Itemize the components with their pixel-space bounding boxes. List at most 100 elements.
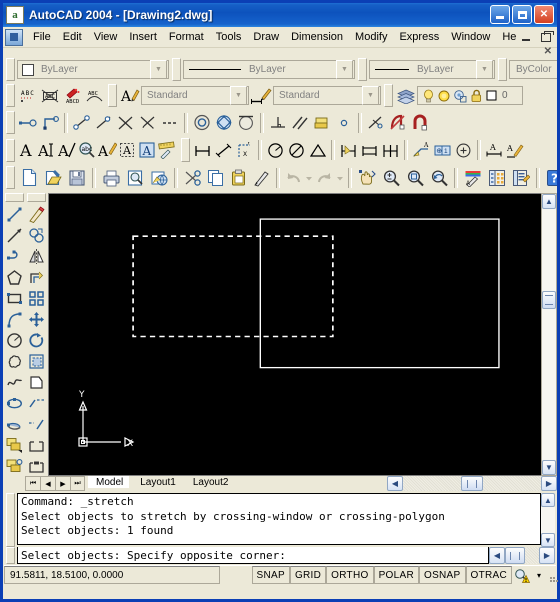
menu-file[interactable]: File [27,29,57,45]
toolbar-grip-11[interactable] [6,166,15,189]
menu-view[interactable]: View [88,29,124,45]
chevron-down-icon[interactable]: ▼ [230,86,247,105]
canvas-vertical-scrollbar[interactable]: ▲ ▼ [541,193,557,476]
text-style-combo[interactable]: Standard ▼ [141,86,249,105]
make-block-icon[interactable] [4,456,25,477]
command-hscrollbar[interactable]: ◀ ▶ [489,547,555,564]
toolbar-grip-2[interactable] [172,58,181,81]
undo-dropdown-icon[interactable] [303,167,314,189]
match-properties-icon[interactable] [250,167,273,189]
construction-line-icon[interactable] [4,225,25,246]
new-file-icon[interactable] [17,167,41,189]
scroll-track-bottom[interactable] [542,309,556,460]
scale-text-icon[interactable]: A [97,139,117,161]
command-scrollbar[interactable]: ▲ ▼ [541,493,555,547]
angular-dimension-icon[interactable] [307,139,328,161]
line-icon[interactable] [4,204,25,225]
menu-draw[interactable]: Draw [247,29,285,45]
single-line-text-icon[interactable]: A [37,139,57,161]
snap-center-icon[interactable] [191,112,213,134]
find-text-icon[interactable]: abc [77,139,97,161]
break-at-point-icon[interactable] [26,435,47,456]
find-replace-icon[interactable]: ABC [39,85,61,107]
ordinate-dimension-icon[interactable]: XY [234,139,255,161]
mirror-icon[interactable] [26,246,47,267]
text-style-manager-icon[interactable]: A [137,139,157,161]
polyline-icon[interactable] [4,246,25,267]
status-snap-button[interactable]: SNAP [251,566,290,584]
spell-check-icon[interactable]: ABC [17,85,39,107]
arc-aligned-text-icon[interactable]: ABC [83,85,105,107]
cut-icon[interactable] [181,167,204,189]
chevron-down-icon[interactable]: ▼ [362,86,379,105]
dim-style-combo[interactable]: Standard ▼ [273,86,381,105]
break-icon[interactable] [26,456,47,477]
continue-dimension-icon[interactable] [380,139,401,161]
arc-icon[interactable] [4,309,25,330]
snap-tangent-icon[interactable] [235,112,257,134]
open-file-icon[interactable] [41,167,65,189]
plotstyle-control-combo[interactable]: ByColor [509,60,557,79]
hscroll-thumb[interactable] [461,476,483,491]
hscroll-left-button[interactable]: ◀ [387,476,403,491]
tab-layout1[interactable]: Layout1 [132,476,182,488]
edit-text-icon[interactable]: A [57,139,77,161]
circle-icon[interactable] [4,330,25,351]
toolbar-grip-5[interactable] [6,84,15,107]
snap-quadrant-icon[interactable] [213,112,235,134]
close-button[interactable]: ✕ [534,5,554,24]
command-hscroll-left-button[interactable]: ◀ [489,547,505,564]
toolbar-grip-6[interactable] [108,84,117,107]
spline-icon[interactable] [4,372,25,393]
snap-node-icon[interactable] [333,112,355,134]
baseline-dimension-icon[interactable] [359,139,380,161]
sun-icon[interactable] [436,88,452,104]
hscroll-track-left[interactable] [403,476,461,491]
command-scroll-down-button[interactable]: ▼ [541,533,555,547]
chevron-down-icon[interactable]: ▼ [336,60,353,79]
radius-dimension-icon[interactable] [265,139,286,161]
save-icon[interactable] [65,167,89,189]
copy-icon[interactable] [204,167,227,189]
justify-text-icon[interactable]: A [117,139,137,161]
snap-nearest-icon[interactable] [365,112,387,134]
toolbar-grip[interactable] [6,58,15,81]
status-tray-caret[interactable]: ▾ [532,566,546,584]
tab-first-button[interactable]: ⏮ [25,476,40,491]
status-osnap-button[interactable]: OSNAP [418,566,466,584]
erase-icon[interactable] [26,204,47,225]
resize-grip[interactable] [546,566,556,584]
snap-extension-icon[interactable] [159,112,181,134]
command-hscroll-thumb[interactable] [505,547,525,564]
snap-from-icon[interactable] [17,112,39,134]
toolbar-grip-9[interactable] [6,138,15,162]
status-grid-button[interactable]: GRID [289,566,327,584]
plot-icon[interactable] [99,167,123,189]
aligned-dimension-icon[interactable] [213,139,234,161]
properties-icon[interactable]: A [461,167,485,189]
tab-prev-button[interactable]: ◀ [40,476,55,491]
undo-icon[interactable] [283,167,303,189]
dimension-style-icon[interactable] [249,85,273,107]
menu-insert[interactable]: Insert [123,29,163,45]
revision-cloud-icon[interactable] [4,351,25,372]
linear-dimension-icon[interactable] [192,139,213,161]
scroll-down-button[interactable]: ▼ [542,460,556,475]
text-ruler-icon[interactable] [157,139,178,161]
color-control-combo[interactable]: ByLayer ▼ [17,60,169,79]
tab-next-button[interactable]: ▶ [55,476,70,491]
menu-edit[interactable]: Edit [57,29,88,45]
copy-object-icon[interactable] [26,225,47,246]
zoom-previous-icon[interactable] [427,167,451,189]
osnap-settings-icon[interactable] [409,112,431,134]
insert-block-icon[interactable] [4,435,25,456]
freeze-viewport-icon[interactable] [452,88,468,104]
move-icon[interactable] [26,309,47,330]
dimension-text-edit-icon[interactable]: A [505,139,526,161]
command-hscroll-track[interactable] [525,547,539,564]
zoom-window-icon[interactable] [403,167,427,189]
snap-none-icon[interactable] [387,112,409,134]
snap-parallel-icon[interactable] [289,112,311,134]
scale-icon[interactable] [26,351,47,372]
menu-dimension[interactable]: Dimension [285,29,349,45]
